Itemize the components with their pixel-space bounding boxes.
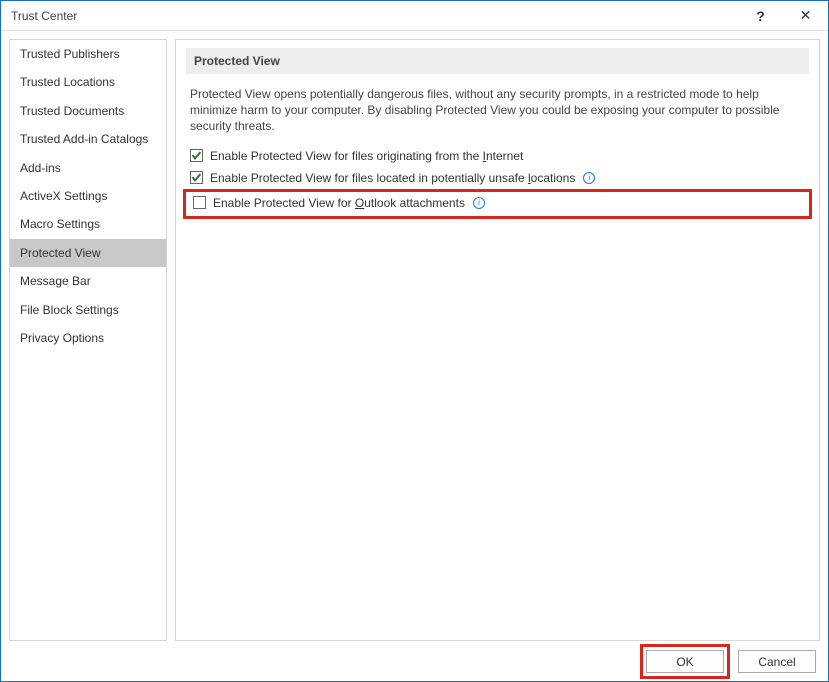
sidebar-item-trusted-documents[interactable]: Trusted Documents bbox=[10, 97, 166, 125]
section-description: Protected View opens potentially dangero… bbox=[186, 86, 809, 145]
sidebar-item-trusted-locations[interactable]: Trusted Locations bbox=[10, 68, 166, 96]
sidebar-item-message-bar[interactable]: Message Bar bbox=[10, 267, 166, 295]
help-button[interactable]: ? bbox=[738, 1, 783, 31]
option-internet: Enable Protected View for files originat… bbox=[186, 145, 809, 167]
dialog-body: Trusted Publishers Trusted Locations Tru… bbox=[1, 31, 828, 641]
checkbox-unsafe-locations[interactable] bbox=[190, 171, 203, 184]
option-unsafe-locations-label: Enable Protected View for files located … bbox=[210, 169, 575, 187]
sidebar-item-privacy-options[interactable]: Privacy Options bbox=[10, 324, 166, 352]
sidebar-item-activex-settings[interactable]: ActiveX Settings bbox=[10, 182, 166, 210]
dialog-footer: OK Cancel bbox=[1, 641, 828, 681]
sidebar-item-add-ins[interactable]: Add-ins bbox=[10, 154, 166, 182]
sidebar-item-trusted-publishers[interactable]: Trusted Publishers bbox=[10, 40, 166, 68]
ok-button[interactable]: OK bbox=[646, 650, 724, 673]
checkbox-internet[interactable] bbox=[190, 149, 203, 162]
close-button[interactable]: ✕ bbox=[783, 1, 828, 31]
option-outlook-attachments: Enable Protected View for Outlook attach… bbox=[183, 189, 812, 219]
trust-center-dialog: Trust Center ? ✕ Trusted Publishers Trus… bbox=[0, 0, 829, 682]
sidebar-item-file-block-settings[interactable]: File Block Settings bbox=[10, 296, 166, 324]
ok-highlight: OK bbox=[640, 644, 730, 679]
titlebar: Trust Center ? ✕ bbox=[1, 1, 828, 31]
content-panel: Protected View Protected View opens pote… bbox=[175, 39, 820, 641]
info-icon[interactable]: i bbox=[473, 197, 485, 209]
sidebar-item-macro-settings[interactable]: Macro Settings bbox=[10, 210, 166, 238]
window-title: Trust Center bbox=[11, 9, 738, 23]
option-unsafe-locations: Enable Protected View for files located … bbox=[186, 167, 809, 189]
sidebar: Trusted Publishers Trusted Locations Tru… bbox=[9, 39, 167, 641]
option-internet-label: Enable Protected View for files originat… bbox=[210, 147, 523, 165]
option-outlook-attachments-label: Enable Protected View for Outlook attach… bbox=[213, 194, 465, 212]
info-icon[interactable]: i bbox=[583, 172, 595, 184]
sidebar-item-trusted-addin-catalogs[interactable]: Trusted Add-in Catalogs bbox=[10, 125, 166, 153]
sidebar-item-protected-view[interactable]: Protected View bbox=[10, 239, 166, 267]
checkbox-outlook-attachments[interactable] bbox=[193, 196, 206, 209]
cancel-button[interactable]: Cancel bbox=[738, 650, 816, 673]
section-heading: Protected View bbox=[186, 48, 809, 74]
